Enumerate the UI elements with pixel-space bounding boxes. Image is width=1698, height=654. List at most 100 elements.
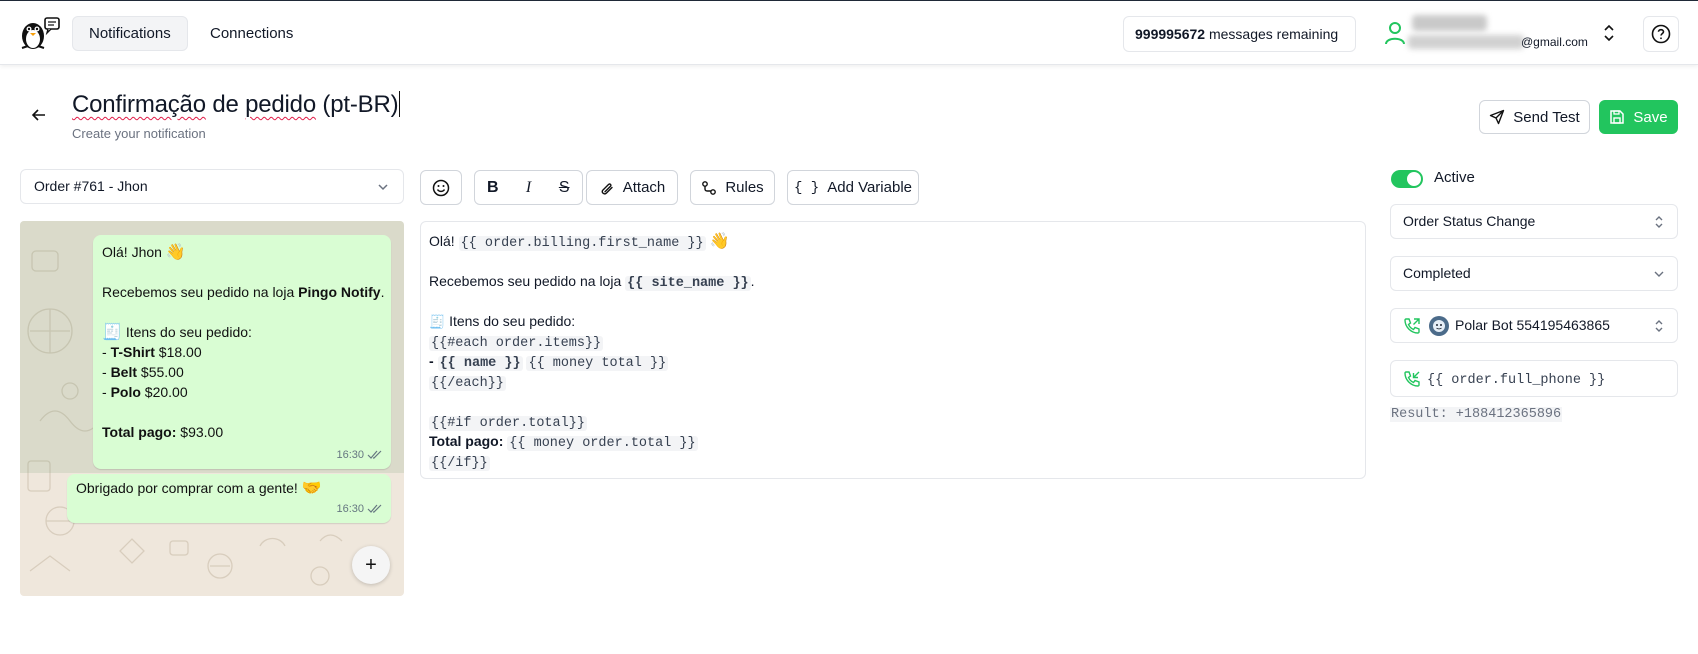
receipt-emoji-icon: 🧾 <box>429 315 446 330</box>
rules-label: Rules <box>725 179 764 196</box>
emoji-button[interactable] <box>420 170 462 205</box>
editor-text: Itens do seu pedido: <box>449 313 576 329</box>
order-select[interactable]: Order #761 - Jhon <box>20 169 404 204</box>
item-name: Polo <box>110 384 141 400</box>
handshake-emoji-icon: 🤝 <box>301 478 322 497</box>
editor-text: Total pago: <box>429 433 508 449</box>
plus-icon: + <box>365 553 377 576</box>
item-name: T-Shirt <box>110 344 155 360</box>
format-button-group: B I S <box>474 170 583 205</box>
braces-icon: { } <box>794 179 820 196</box>
chevron-down-icon <box>1654 271 1664 277</box>
toggle-knob <box>1407 172 1421 186</box>
active-label: Active <box>1434 169 1475 186</box>
phone-result: Result: +188412365896 <box>1390 407 1563 422</box>
wave-emoji-icon: 👋 <box>709 231 730 250</box>
page-subtitle: Create your notification <box>72 126 206 141</box>
add-variable-button[interactable]: { } Add Variable <box>787 170 919 205</box>
trigger-value: Order Status Change <box>1403 213 1536 229</box>
list-item: - T-Shirt $18.00 <box>102 344 202 360</box>
message-editor[interactable]: Olá! {{ order.billing.first_name }} 👋 Re… <box>420 221 1366 479</box>
wave-emoji-icon: 👋 <box>165 242 186 261</box>
send-test-label: Send Test <box>1513 108 1580 126</box>
nav-tab-notifications[interactable]: Notifications <box>72 16 188 51</box>
items-header: Itens do seu pedido: <box>125 324 252 340</box>
rules-button[interactable]: Rules <box>690 170 775 205</box>
save-label: Save <box>1633 108 1668 126</box>
trigger-select[interactable]: Order Status Change <box>1390 204 1678 239</box>
phone-template-value: {{ order.full_phone }} <box>1427 373 1606 388</box>
save-button[interactable]: Save <box>1599 100 1678 134</box>
variable-token: {{ site_name }} <box>625 276 751 291</box>
nav-tab-connections[interactable]: Connections <box>194 16 309 51</box>
variable-token: {{ order.billing.first_name }} <box>458 236 706 251</box>
phone-input[interactable]: {{ order.full_phone }} <box>1390 360 1678 397</box>
top-bar: Notifications Connections 999995672 mess… <box>0 0 1698 65</box>
received-prefix: Recebemos seu pedido na loja <box>102 284 299 300</box>
user-email-blurred <box>1408 35 1524 49</box>
arrow-left-icon[interactable] <box>30 106 48 124</box>
attach-label: Attach <box>622 179 666 196</box>
messages-count: 999995672 <box>1135 26 1206 42</box>
bot-face-icon <box>1433 320 1445 332</box>
add-variable-label: Add Variable <box>827 179 912 196</box>
variable-token: {{ money order.total }} <box>507 436 698 451</box>
save-icon <box>1610 110 1625 124</box>
text-cursor <box>399 91 401 117</box>
chevrons-updown-icon <box>1604 24 1614 42</box>
active-toggle[interactable] <box>1391 170 1423 188</box>
user-icon <box>1385 22 1405 45</box>
variable-token: {{/if}} <box>429 456 490 471</box>
received-suffix: . <box>380 284 385 300</box>
list-item: - Belt $55.00 <box>102 364 184 380</box>
total-value: $93.00 <box>180 424 224 440</box>
italic-button[interactable]: I <box>511 171 547 204</box>
status-value: Completed <box>1403 265 1471 281</box>
title-word-4: (pt-BR) <box>315 91 399 118</box>
status-select[interactable]: Completed <box>1390 256 1678 291</box>
thanks-text: Obrigado por comprar com a gente! <box>76 480 298 496</box>
strikethrough-button[interactable]: S <box>546 171 582 204</box>
messages-remaining-badge: 999995672 messages remaining <box>1123 16 1356 52</box>
order-select-value: Order #761 - Jhon <box>34 178 148 194</box>
bot-avatar <box>1429 316 1449 336</box>
item-price: $55.00 <box>140 364 184 380</box>
bot-value: Polar Bot 554195463865 <box>1455 317 1610 333</box>
time-text: 16:30 <box>336 503 364 515</box>
editor-text: Recebemos seu pedido na loja <box>429 273 626 289</box>
variable-token: {{ name }} <box>437 356 523 371</box>
whatsapp-preview: Olá! Jhon 👋 Recebemos seu pedido na loja… <box>20 221 404 596</box>
chevrons-updown-icon <box>1655 216 1663 228</box>
chevron-down-icon <box>378 184 388 191</box>
help-icon <box>1651 24 1671 44</box>
title-word-1: Confirmação <box>72 91 206 118</box>
notification-title-input[interactable]: Confirmação de pedido (pt-BR) <box>72 91 401 119</box>
help-button[interactable] <box>1643 16 1679 52</box>
variable-token: {{#if order.total}} <box>429 416 587 431</box>
message-bubble: Olá! Jhon 👋 Recebemos seu pedido na loja… <box>93 235 391 469</box>
user-menu[interactable]: @gmail.com <box>1384 13 1616 55</box>
phone-outgoing-icon <box>1404 318 1420 334</box>
message-time: 16:30 <box>336 445 383 465</box>
item-price: $20.00 <box>144 384 188 400</box>
penguin-logo-icon[interactable] <box>18 15 62 51</box>
receipt-emoji-icon: 🧾 <box>102 322 122 341</box>
store-name: Pingo Notify <box>298 284 381 300</box>
greeting-text: Olá! Jhon <box>102 244 162 260</box>
title-word-3: pedido <box>245 91 316 118</box>
attach-button[interactable]: Attach <box>586 170 678 205</box>
bold-button[interactable]: B <box>475 171 511 204</box>
title-word-2: de <box>205 91 246 118</box>
rules-icon <box>702 180 717 195</box>
plus-button[interactable]: + <box>352 546 390 584</box>
editor-text: Olá! <box>429 233 459 249</box>
editor-text: - <box>429 353 438 369</box>
double-check-icon <box>367 450 382 459</box>
send-test-button[interactable]: Send Test <box>1479 100 1590 134</box>
user-name-blurred <box>1412 15 1487 31</box>
item-name: Belt <box>110 364 138 380</box>
bot-select[interactable]: Polar Bot 554195463865 <box>1390 308 1678 343</box>
total-label: Total pago: <box>102 424 177 440</box>
message-bubble-thanks: Obrigado por comprar com a gente! 🤝 16:3… <box>67 474 391 523</box>
message-time: 16:30 <box>336 499 383 519</box>
